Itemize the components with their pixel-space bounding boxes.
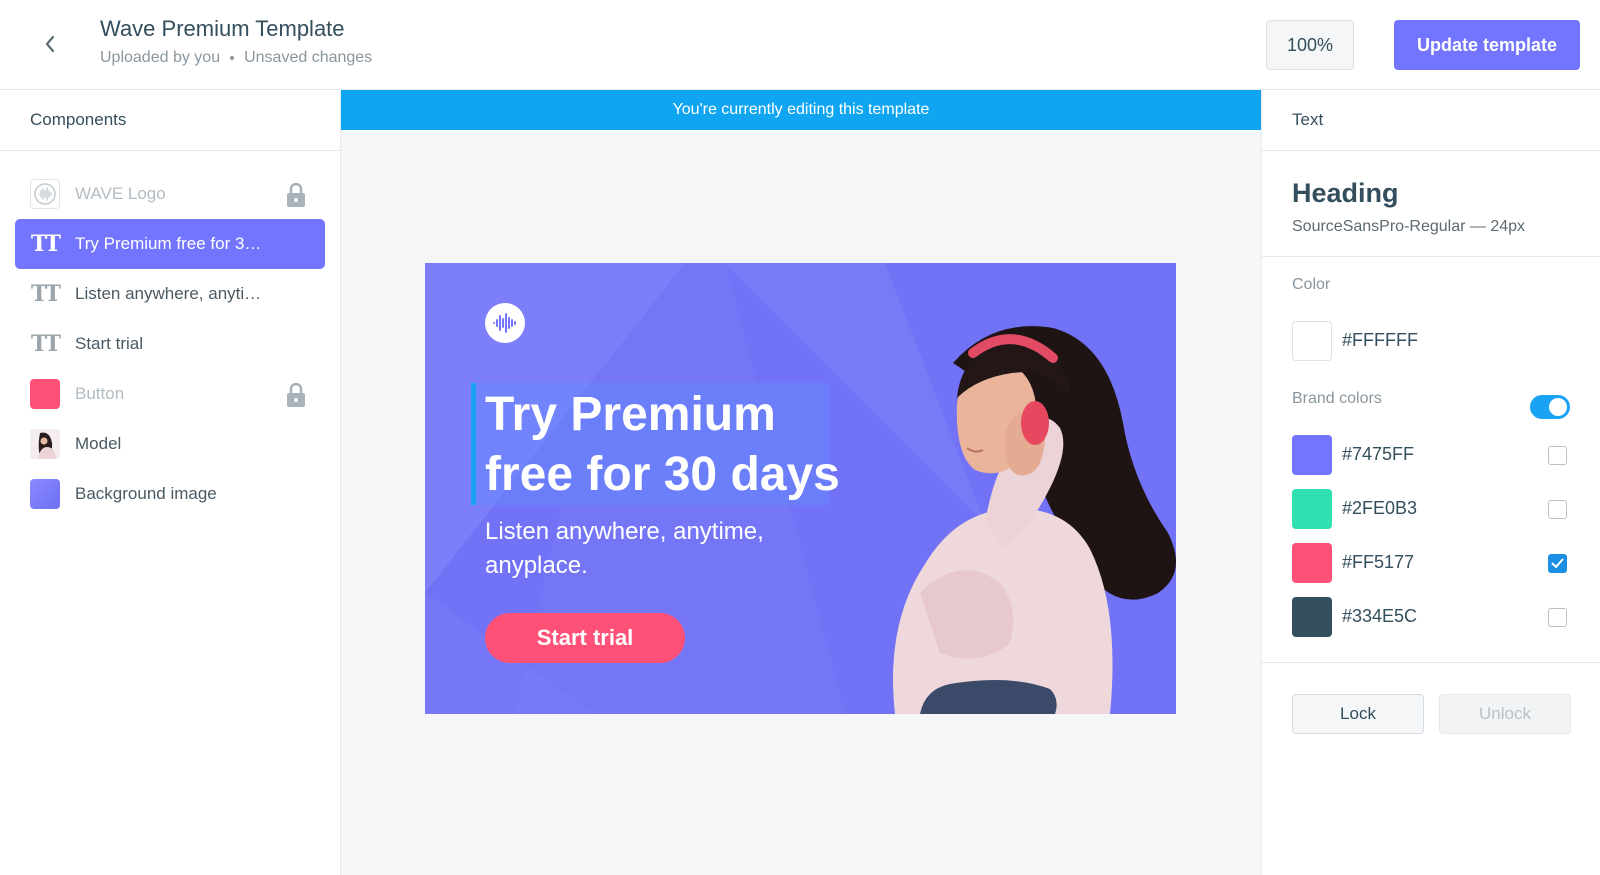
- component-heading-text[interactable]: TT Try Premium free for 30…: [15, 219, 325, 269]
- current-color-value[interactable]: #FFFFFF: [1342, 330, 1418, 351]
- component-model[interactable]: Model: [15, 419, 325, 469]
- brand-color-swatch[interactable]: [1292, 489, 1332, 529]
- wave-logo[interactable]: [485, 303, 525, 343]
- brand-color-value: #FF5177: [1342, 552, 1415, 572]
- start-trial-button[interactable]: Start trial: [485, 613, 685, 663]
- lock-icon[interactable]: [285, 182, 307, 213]
- brand-color-checkbox[interactable]: [1548, 446, 1567, 465]
- component-subtext[interactable]: TT Listen anywhere, anyti…: [15, 269, 325, 319]
- brand-color-swatch[interactable]: [1292, 597, 1332, 637]
- component-wave-logo[interactable]: WAVE Logo: [15, 169, 325, 219]
- pink-swatch-icon: [30, 379, 60, 409]
- component-background-image[interactable]: Background image: [15, 469, 325, 519]
- unlock-button[interactable]: Unlock: [1439, 694, 1571, 734]
- chevron-left-icon: [45, 35, 55, 53]
- separator-dot: [230, 56, 235, 60]
- current-color-swatch[interactable]: [1292, 321, 1332, 361]
- brand-colors-toggle[interactable]: [1530, 395, 1570, 419]
- heading-line-1: Try Premium: [485, 388, 776, 441]
- banner-subtext[interactable]: Listen anywhere, anytime, anyplace.: [485, 515, 805, 583]
- divider: [1262, 256, 1600, 257]
- zoom-button[interactable]: 100%: [1266, 20, 1354, 70]
- text-icon: TT: [31, 281, 61, 307]
- template-title: Wave Premium Template: [100, 16, 345, 41]
- components-sidebar: Components WAVE Logo TT Try Premium free…: [0, 90, 341, 875]
- wave-logo-thumb-icon: [30, 179, 60, 209]
- uploaded-by: Uploaded by you: [100, 49, 221, 66]
- brand-colors-label: Brand colors: [1292, 390, 1382, 407]
- component-label: Button: [75, 384, 125, 403]
- checkmark-icon: [1551, 558, 1564, 568]
- component-label: WAVE Logo: [75, 184, 166, 203]
- brand-color-checkbox[interactable]: [1548, 500, 1567, 519]
- model-image[interactable]: [865, 293, 1176, 714]
- update-template-button[interactable]: Update template: [1394, 20, 1580, 70]
- wave-logo-icon: [493, 313, 516, 333]
- lock-icon[interactable]: [285, 382, 307, 413]
- banner-heading[interactable]: Try Premium free for 30 days: [485, 385, 845, 505]
- heading-line-2: free for 30 days: [485, 448, 840, 501]
- properties-panel: Text Heading SourceSansPro-Regular — 24p…: [1261, 90, 1600, 875]
- canvas-area: You're currently editing this template T…: [341, 90, 1261, 875]
- subtext-line-2: anyplace.: [485, 552, 588, 579]
- component-label: Background image: [75, 484, 217, 503]
- template-banner[interactable]: Try Premium free for 30 days Listen anyw…: [425, 263, 1176, 714]
- model-thumb-icon: [30, 429, 60, 459]
- font-info: SourceSansPro-Regular — 24px: [1292, 218, 1526, 235]
- component-label: Listen anywhere, anyti…: [75, 284, 262, 303]
- subtext-line-1: Listen anywhere, anytime,: [485, 518, 764, 545]
- component-label: Model: [75, 434, 122, 453]
- brand-color-value: #334E5C: [1342, 606, 1418, 626]
- brand-color-swatch[interactable]: [1292, 435, 1332, 475]
- top-bar: Wave Premium Template Uploaded by you Un…: [0, 0, 1600, 90]
- element-title: Heading: [1292, 178, 1399, 208]
- brand-color-swatch[interactable]: [1292, 543, 1332, 583]
- panel-section-title: Text: [1262, 90, 1600, 151]
- brand-color-value: #7475FF: [1342, 444, 1415, 464]
- component-button[interactable]: Button: [15, 369, 325, 419]
- brand-color-value: #2FE0B3: [1342, 498, 1418, 518]
- purple-swatch-icon: [30, 479, 60, 509]
- lock-button[interactable]: Lock: [1292, 694, 1424, 734]
- text-icon: TT: [31, 331, 61, 357]
- brand-color-checkbox[interactable]: [1548, 554, 1567, 573]
- brand-color-checkbox[interactable]: [1548, 608, 1567, 627]
- template-meta: Uploaded by you Unsaved changes: [100, 49, 372, 67]
- save-status: Unsaved changes: [244, 49, 373, 66]
- back-button[interactable]: [36, 30, 64, 58]
- component-label: Start trial: [75, 334, 144, 353]
- toggle-knob: [1549, 398, 1567, 416]
- text-icon: TT: [31, 231, 61, 257]
- component-label: Try Premium free for 30…: [75, 234, 265, 253]
- component-start-trial-text[interactable]: TT Start trial: [15, 319, 325, 369]
- divider: [1262, 662, 1600, 663]
- components-list: WAVE Logo TT Try Premium free for 30… TT…: [0, 151, 340, 519]
- editing-notice: You're currently editing this template: [341, 90, 1261, 130]
- components-heading: Components: [0, 90, 340, 151]
- color-label: Color: [1292, 276, 1331, 293]
